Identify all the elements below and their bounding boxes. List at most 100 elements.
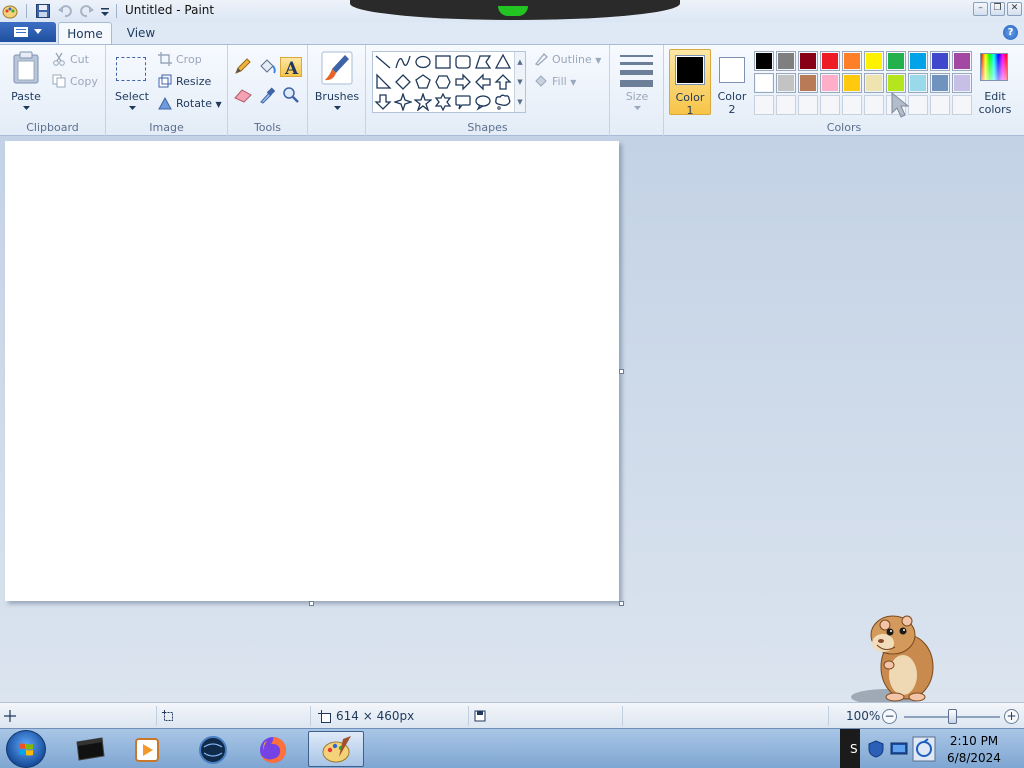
six-point-star-shape[interactable]	[434, 93, 452, 111]
copy-button[interactable]: Copy	[52, 73, 98, 91]
resize-handle-bottom[interactable]	[309, 601, 314, 606]
palette-custom-slot[interactable]	[798, 95, 818, 115]
tab-home[interactable]: Home	[58, 22, 112, 44]
cut-button[interactable]: Cut	[52, 51, 89, 69]
hexagon-shape[interactable]	[434, 73, 452, 91]
taskbar-app-media-player[interactable]	[120, 731, 176, 767]
palette-custom-slot[interactable]	[820, 95, 840, 115]
drawing-canvas[interactable]	[5, 141, 619, 601]
five-point-star-shape[interactable]	[414, 93, 432, 111]
oval-shape[interactable]	[414, 53, 432, 71]
customize-toolbar-icon[interactable]	[100, 3, 110, 19]
text-tool[interactable]: A	[280, 57, 302, 79]
palette-swatch[interactable]	[908, 51, 928, 71]
cloud-callout-shape[interactable]	[494, 93, 512, 111]
palette-swatch[interactable]	[952, 51, 972, 71]
resize-handle-corner[interactable]	[619, 601, 624, 606]
paste-button[interactable]: Paste	[6, 49, 46, 115]
palette-swatch[interactable]	[930, 51, 950, 71]
hamster-desktop-pet[interactable]	[845, 605, 945, 710]
rounded-callout-shape[interactable]	[454, 93, 472, 111]
palette-swatch[interactable]	[776, 51, 796, 71]
palette-swatch[interactable]	[820, 51, 840, 71]
shapes-scroll-down[interactable]: ▼	[514, 72, 525, 92]
polygon-shape[interactable]	[474, 53, 492, 71]
resize-handle-right[interactable]	[619, 369, 624, 374]
palette-swatch[interactable]	[864, 73, 884, 93]
brushes-button[interactable]: Brushes	[312, 49, 362, 115]
paint-menu-button[interactable]	[0, 22, 56, 42]
zoom-in-button[interactable]: +	[1004, 709, 1019, 724]
clock-date[interactable]: 6/8/2024	[934, 751, 1014, 765]
palette-swatch[interactable]	[842, 51, 862, 71]
minimize-button[interactable]: –	[973, 2, 988, 16]
zoom-slider-thumb[interactable]	[948, 709, 957, 724]
start-button[interactable]	[6, 730, 46, 768]
eraser-tool[interactable]	[232, 85, 254, 105]
taskbar-app-firefox[interactable]	[246, 731, 302, 767]
magnifier-tool[interactable]	[280, 85, 302, 105]
outline-button[interactable]: Outline ▼	[534, 51, 601, 69]
palette-swatch[interactable]	[798, 73, 818, 93]
help-icon[interactable]: ?	[1003, 25, 1018, 40]
restore-button[interactable]: ❐	[990, 2, 1005, 16]
palette-swatch[interactable]	[952, 73, 972, 93]
shapes-scroll-up[interactable]: ▲	[514, 52, 525, 72]
palette-swatch[interactable]	[776, 73, 796, 93]
palette-custom-slot[interactable]	[842, 95, 862, 115]
four-point-star-shape[interactable]	[394, 93, 412, 111]
crop-button[interactable]: Crop	[158, 51, 202, 69]
clock-time[interactable]: 2:10 PM	[934, 734, 1014, 748]
palette-custom-slot[interactable]	[864, 95, 884, 115]
save-icon[interactable]	[35, 3, 51, 19]
taskbar-app-browser-globe[interactable]	[186, 731, 242, 767]
rotate-button[interactable]: Rotate ▼	[158, 95, 222, 113]
curve-shape[interactable]	[394, 53, 412, 71]
edit-colors-button[interactable]: Edit colors	[974, 49, 1016, 116]
update-icon[interactable]	[912, 736, 936, 762]
color1-button[interactable]: Color 1	[669, 49, 711, 117]
palette-custom-slot[interactable]	[754, 95, 774, 115]
taskbar-app-paint[interactable]	[308, 731, 364, 767]
select-button[interactable]: Select	[112, 49, 152, 115]
palette-swatch[interactable]	[798, 51, 818, 71]
resize-button[interactable]: Resize	[158, 73, 211, 91]
palette-swatch[interactable]	[908, 73, 928, 93]
palette-swatch[interactable]	[820, 73, 840, 93]
shield-icon[interactable]	[868, 740, 884, 758]
down-arrow-shape[interactable]	[374, 93, 392, 111]
rounded-rectangle-shape[interactable]	[454, 53, 472, 71]
pencil-tool[interactable]	[232, 57, 254, 77]
shapes-expand[interactable]: ▼	[514, 92, 525, 112]
fill-tool[interactable]	[256, 57, 278, 77]
redo-icon[interactable]	[79, 3, 95, 19]
size-button[interactable]: Size	[616, 49, 658, 115]
network-icon[interactable]	[890, 740, 908, 758]
color-picker-tool[interactable]	[256, 85, 278, 105]
palette-swatch[interactable]	[886, 51, 906, 71]
undo-icon[interactable]	[57, 3, 73, 19]
palette-swatch[interactable]	[864, 51, 884, 71]
left-arrow-shape[interactable]	[474, 73, 492, 91]
paint-app-icon[interactable]	[2, 3, 18, 19]
palette-custom-slot[interactable]	[952, 95, 972, 115]
diamond-shape[interactable]	[394, 73, 412, 91]
zoom-out-button[interactable]: −	[882, 709, 897, 724]
palette-swatch[interactable]	[754, 51, 774, 71]
up-arrow-shape[interactable]	[494, 73, 512, 91]
palette-swatch[interactable]	[842, 73, 862, 93]
right-arrow-shape[interactable]	[454, 73, 472, 91]
palette-swatch[interactable]	[930, 73, 950, 93]
oval-callout-shape[interactable]	[474, 93, 492, 111]
triangle-shape[interactable]	[494, 53, 512, 71]
rectangle-shape[interactable]	[434, 53, 452, 71]
color2-button[interactable]: Color 2	[714, 49, 750, 116]
palette-custom-slot[interactable]	[776, 95, 796, 115]
palette-swatch[interactable]	[886, 73, 906, 93]
tab-view[interactable]: View	[118, 22, 164, 44]
taskbar-app-terminal[interactable]	[62, 731, 118, 767]
line-shape[interactable]	[374, 53, 392, 71]
pentagon-shape[interactable]	[414, 73, 432, 91]
close-button[interactable]: ✕	[1007, 2, 1022, 16]
right-triangle-shape[interactable]	[374, 73, 392, 91]
